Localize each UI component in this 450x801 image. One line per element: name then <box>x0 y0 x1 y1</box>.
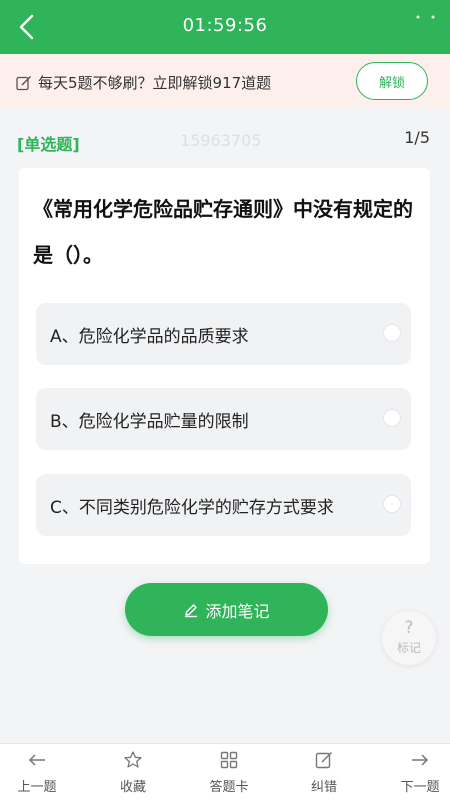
radio-circle-icon <box>383 409 401 427</box>
grid-icon <box>220 751 238 769</box>
promo-banner: 每天5题不够刷？立即解锁917道题 解锁 <box>0 54 450 108</box>
top-bar: 01:59:56 <box>0 0 450 54</box>
arrow-right-icon <box>412 754 429 766</box>
add-note-button[interactable]: 添加笔记 <box>125 583 328 636</box>
question-card: 《常用化学危险品贮存通则》中没有规定的是（）。 A、危险化学品的品质要求 B、危… <box>19 168 430 564</box>
question-stem: 《常用化学危险品贮存通则》中没有规定的是（）。 <box>33 197 413 267</box>
unlock-button[interactable]: 解锁 <box>356 62 428 100</box>
option-a[interactable]: A、危险化学品的品质要求 <box>36 303 411 365</box>
option-label: C、不同类别危险化学的贮存方式要求 <box>50 498 334 518</box>
mark-button[interactable]: ? 标记 <box>382 611 436 665</box>
bottom-nav: 上一题 收藏 答题卡 纠错 下一题 <box>0 743 450 801</box>
option-b[interactable]: B、危险化学品贮量的限制 <box>36 388 411 450</box>
option-label: A、危险化学品的品质要求 <box>50 327 249 347</box>
nav-favorite[interactable]: 收藏 <box>93 750 173 795</box>
nav-report-error-label: 纠错 <box>310 780 337 795</box>
mark-label: 标记 <box>396 641 421 655</box>
nav-prev[interactable]: 上一题 <box>0 750 77 795</box>
option-c[interactable]: C、不同类别危险化学的贮存方式要求 <box>36 474 411 536</box>
edit-icon <box>315 751 333 769</box>
star-icon <box>124 751 142 768</box>
question-type: [单选题] <box>17 135 80 154</box>
edit-icon <box>16 75 32 91</box>
radio-circle-icon <box>383 324 401 342</box>
question-progress: 1/5 <box>404 128 430 147</box>
arrow-left-icon <box>28 754 45 766</box>
promo-text: 每天5题不够刷？立即解锁917道题 <box>38 74 272 92</box>
nav-answer-sheet[interactable]: 答题卡 <box>189 750 269 795</box>
nav-favorite-label: 收藏 <box>119 780 146 795</box>
pencil-icon <box>185 603 198 617</box>
add-note-label: 添加笔记 <box>205 601 270 621</box>
option-label: B、危险化学品贮量的限制 <box>50 412 249 432</box>
nav-answer-sheet-label: 答题卡 <box>209 780 249 795</box>
nav-next-label: 下一题 <box>400 780 440 795</box>
countdown-timer: 01:59:56 <box>182 15 268 36</box>
nav-report-error[interactable]: 纠错 <box>284 750 364 795</box>
question-mark-icon: ? <box>404 618 414 638</box>
more-menu-icon[interactable] <box>412 12 438 42</box>
question-id: 15963705 <box>180 131 262 150</box>
radio-circle-icon <box>383 495 401 513</box>
nav-next[interactable]: 下一题 <box>380 750 450 795</box>
nav-prev-label: 上一题 <box>17 780 57 795</box>
